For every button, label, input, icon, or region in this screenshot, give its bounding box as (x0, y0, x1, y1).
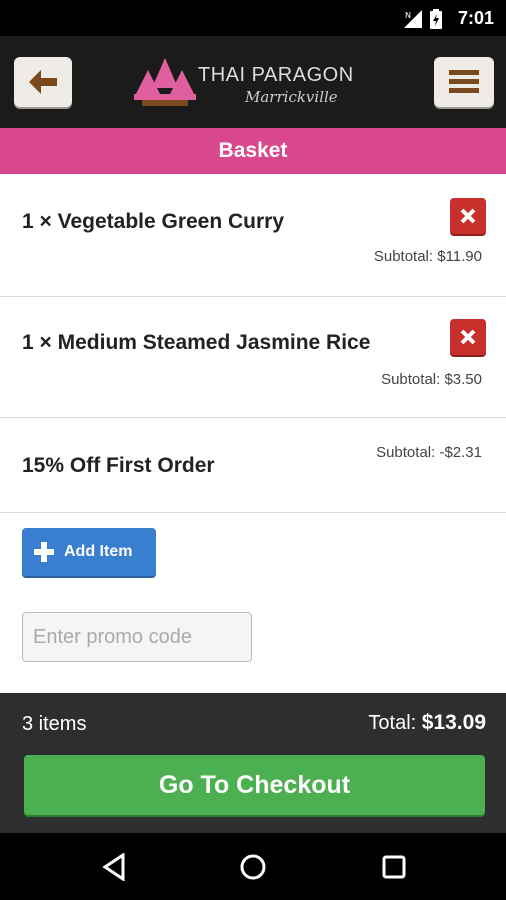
add-item-button[interactable]: Add Item (22, 528, 156, 576)
item-name: 1 × Medium Steamed Jasmine Rice (22, 331, 371, 354)
add-item-label: Add Item (64, 543, 133, 560)
nav-back-button[interactable] (98, 851, 130, 883)
triangle-back-icon (102, 853, 125, 881)
app-header: THAI PARAGON Marrickville (0, 36, 506, 128)
status-icons: N (404, 9, 442, 29)
back-button[interactable] (14, 57, 72, 107)
total-label: Total: (368, 712, 417, 734)
order-total: Total: $13.09 (368, 711, 486, 735)
restaurant-logo: THAI PARAGON Marrickville (130, 56, 380, 116)
item-name: 1 × Vegetable Green Curry (22, 210, 285, 233)
plus-icon (34, 542, 54, 562)
square-recents-icon (382, 855, 406, 879)
remove-item-button[interactable] (450, 319, 486, 355)
temple-logo-icon (134, 58, 196, 106)
item-subtotal: Subtotal: $3.50 (381, 371, 482, 388)
circle-home-icon (240, 854, 266, 880)
basket-item: 1 × Medium Steamed Jasmine Rice Subtotal… (0, 297, 506, 418)
basket-item: 1 × Vegetable Green Curry Subtotal: $11.… (0, 174, 506, 297)
nav-home-button[interactable] (237, 851, 269, 883)
promo-code-input[interactable] (22, 612, 252, 662)
item-count: 3 items (22, 713, 87, 735)
status-time: 7:01 (457, 8, 494, 28)
menu-button[interactable] (434, 57, 494, 107)
checkout-button[interactable]: Go To Checkout (24, 755, 485, 815)
nav-recents-button[interactable] (378, 851, 410, 883)
item-subtotal: Subtotal: $11.90 (373, 248, 482, 265)
signal-icon: N (404, 10, 422, 28)
discount-name: 15% Off First Order (22, 454, 215, 477)
discount-row: Subtotal: -$2.31 15% Off First Order (0, 418, 506, 513)
system-nav-bar (0, 833, 506, 900)
battery-charging-icon (430, 9, 442, 29)
total-value: $13.09 (421, 711, 486, 734)
svg-text:N: N (405, 11, 411, 20)
basket-footer: 3 items Total: $13.09 Go To Checkout (0, 693, 506, 833)
brand-name: THAI PARAGON (198, 64, 354, 86)
arrow-left-icon (29, 70, 57, 94)
status-bar: N 7:01 (0, 0, 506, 36)
discount-subtotal: Subtotal: -$2.31 (376, 444, 482, 461)
brand-location: Marrickville (245, 88, 338, 106)
remove-item-button[interactable] (450, 198, 486, 234)
close-icon (460, 208, 476, 224)
page-title: Basket (0, 128, 506, 174)
hamburger-menu-icon (449, 70, 479, 93)
close-icon (460, 329, 476, 345)
